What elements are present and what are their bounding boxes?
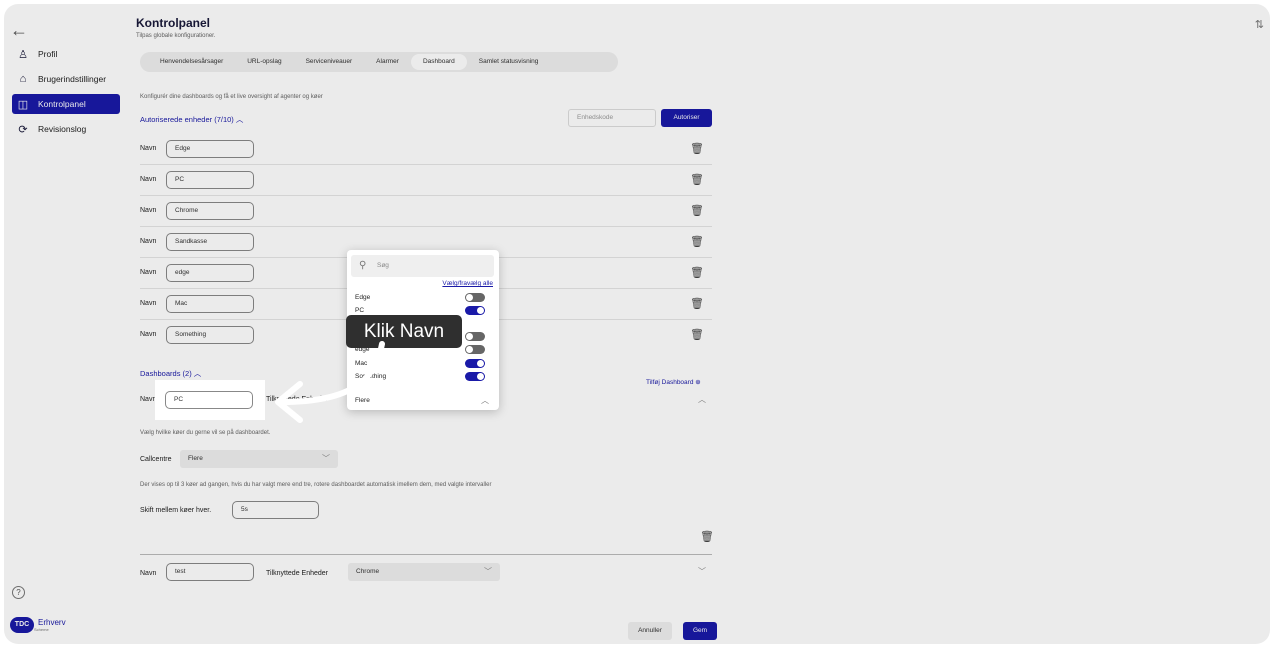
dropdown-item-label: PC bbox=[355, 307, 365, 314]
unit-name-field[interactable]: edge bbox=[166, 264, 254, 282]
help-icon[interactable]: ? bbox=[12, 586, 25, 599]
authorize-button[interactable]: Autoriser bbox=[661, 109, 712, 127]
name-label: Navn bbox=[140, 238, 157, 245]
trash-icon[interactable]: 🗑 bbox=[690, 297, 704, 310]
rotate-note: Der vises op til 3 køer ad gangen, hvis … bbox=[140, 482, 492, 488]
name-label: Navn bbox=[140, 176, 157, 183]
name-label: Navn bbox=[140, 396, 157, 403]
unit-name-field[interactable]: Something bbox=[166, 326, 254, 344]
logo: TDC Erhverv Scheme bbox=[10, 617, 66, 633]
name-label: Navn bbox=[140, 331, 157, 338]
tab-serviceniveauer[interactable]: Serviceniveauer bbox=[294, 54, 365, 70]
name-label: Navn bbox=[140, 269, 157, 276]
main-content: Kontrolpanel Tilpas globale konfiguratio… bbox=[136, 16, 716, 581]
unit-name-field[interactable]: Chrome bbox=[166, 202, 254, 220]
chevron-up-icon[interactable]: ︿ bbox=[698, 394, 706, 405]
dropdown-item[interactable]: Edge bbox=[355, 292, 491, 303]
tab-url-opslag[interactable]: URL-opslag bbox=[235, 54, 293, 70]
back-arrow-icon[interactable]: ← bbox=[10, 20, 28, 41]
dashboard-name-field[interactable]: test bbox=[166, 563, 254, 581]
dashboard-description: Konfigurér dine dashboards og få et live… bbox=[140, 94, 323, 100]
user-icon: ♙ bbox=[18, 48, 28, 61]
toggle-switch[interactable] bbox=[465, 345, 485, 354]
unit-row: Navn Chrome 🗑 bbox=[140, 196, 712, 227]
devices-label: Tilknyttede Enheder bbox=[266, 570, 328, 577]
dropdown-search-input[interactable]: ⚲ Søg bbox=[351, 255, 494, 277]
toggle-switch[interactable] bbox=[465, 359, 485, 368]
trash-icon[interactable]: 🗑 bbox=[690, 142, 704, 155]
logo-subtext: Scheme bbox=[34, 626, 49, 632]
search-icon: ⚲ bbox=[359, 260, 367, 271]
sidebar-item-label: Revisionslog bbox=[38, 124, 87, 134]
logo-text: Erhverv bbox=[38, 617, 66, 627]
dashboards-toggle[interactable]: Dashboards (2) ︿ bbox=[140, 368, 201, 379]
unit-row: Navn Edge 🗑 bbox=[140, 134, 712, 165]
sidebar: ♙ Profil ⌂ Brugerindstillinger ◫ Kontrol… bbox=[4, 44, 122, 144]
divider bbox=[140, 554, 712, 555]
toggle-switch[interactable] bbox=[465, 372, 485, 381]
toggle-switch[interactable] bbox=[465, 306, 485, 315]
chevron-down-icon: ﹀ bbox=[484, 567, 492, 576]
callcentre-select[interactable]: Flere bbox=[180, 450, 338, 468]
name-label: Navn bbox=[140, 207, 157, 214]
sidebar-item-revisionslog[interactable]: ⟳ Revisionslog bbox=[12, 119, 120, 139]
tab-henvendelsesaarsager[interactable]: Henvendelsesårsager bbox=[148, 54, 235, 70]
page-title: Kontrolpanel bbox=[136, 16, 210, 30]
name-label: Navn bbox=[140, 570, 157, 577]
tab-bar: Henvendelsesårsager URL-opslag Serviceni… bbox=[140, 52, 618, 72]
pointer-arrow-icon bbox=[275, 341, 385, 423]
trash-icon[interactable]: 🗑 bbox=[690, 266, 704, 279]
callcentre-label: Callcentre bbox=[140, 456, 172, 463]
sidebar-item-profil[interactable]: ♙ Profil bbox=[12, 44, 120, 64]
select-all-link[interactable]: Vælg/fravælg alle bbox=[442, 280, 493, 287]
authorized-units-toggle[interactable]: Autoriserede enheder (7/10) ︿ bbox=[140, 114, 243, 125]
dashboard-name-field[interactable]: PC bbox=[165, 391, 253, 409]
name-label: Navn bbox=[140, 300, 157, 307]
queue-note: Vælg hvilke køer du gerne vil se på dash… bbox=[140, 430, 271, 436]
history-icon: ⟳ bbox=[18, 123, 28, 136]
trash-icon[interactable]: 🗑 bbox=[690, 173, 704, 186]
unit-name-field[interactable]: Sandkasse bbox=[166, 233, 254, 251]
chevron-down-icon[interactable]: ﹀ bbox=[698, 566, 706, 577]
home-icon: ⌂ bbox=[19, 73, 27, 85]
devices-select[interactable]: Chrome bbox=[348, 563, 500, 581]
trash-icon[interactable]: 🗑 bbox=[690, 204, 704, 217]
logo-badge: TDC bbox=[10, 617, 34, 633]
unit-name-field[interactable]: PC bbox=[166, 171, 254, 189]
chevron-down-icon: ﹀ bbox=[322, 454, 330, 463]
trash-icon[interactable]: 🗑 bbox=[690, 235, 704, 248]
dropdown-item-label: Edge bbox=[355, 294, 371, 301]
sidebar-item-label: Profil bbox=[38, 49, 58, 59]
switch-interval-field[interactable]: 5s bbox=[232, 501, 319, 519]
page-subtitle: Tilpas globale konfigurationer. bbox=[136, 33, 216, 39]
toggle-switch[interactable] bbox=[465, 293, 485, 302]
trash-icon[interactable]: 🗑 bbox=[690, 328, 704, 341]
switch-label: Skift mellem køer hver. bbox=[140, 507, 212, 514]
unit-name-field[interactable]: Edge bbox=[166, 140, 254, 158]
trash-icon[interactable]: 🗑 bbox=[700, 530, 714, 543]
unit-name-field[interactable]: Mac bbox=[166, 295, 254, 313]
sidebar-item-kontrolpanel[interactable]: ◫ Kontrolpanel bbox=[12, 94, 120, 114]
unit-row: Navn PC 🗑 bbox=[140, 165, 712, 196]
name-label: Navn bbox=[140, 145, 157, 152]
window-control-icon[interactable]: ⇅ bbox=[1255, 18, 1264, 31]
panel-icon: ◫ bbox=[17, 98, 29, 111]
tab-dashboard[interactable]: Dashboard bbox=[410, 54, 467, 70]
save-button[interactable]: Gem bbox=[683, 622, 717, 640]
search-placeholder: Søg bbox=[377, 262, 389, 269]
sidebar-item-label: Brugerindstillinger bbox=[38, 74, 107, 84]
cancel-button[interactable]: Annuller bbox=[628, 622, 672, 640]
sidebar-item-brugerindstillinger[interactable]: ⌂ Brugerindstillinger bbox=[12, 69, 120, 89]
app-window: ← ⇅ ♙ Profil ⌂ Brugerindstillinger ◫ Kon… bbox=[4, 4, 1270, 644]
chevron-up-icon[interactable]: ︿ bbox=[481, 395, 489, 406]
tab-samlet-statusvisning[interactable]: Samlet statusvisning bbox=[467, 54, 551, 70]
unit-code-input[interactable]: Enhedskode bbox=[568, 109, 656, 127]
sidebar-item-label: Kontrolpanel bbox=[38, 99, 86, 109]
highlighted-name-field: PC bbox=[155, 380, 265, 420]
tab-alarmer[interactable]: Alarmer bbox=[364, 54, 411, 70]
add-dashboard-button[interactable]: Tilføj Dashboard ⊕ bbox=[646, 378, 701, 386]
toggle-switch[interactable] bbox=[465, 332, 485, 341]
